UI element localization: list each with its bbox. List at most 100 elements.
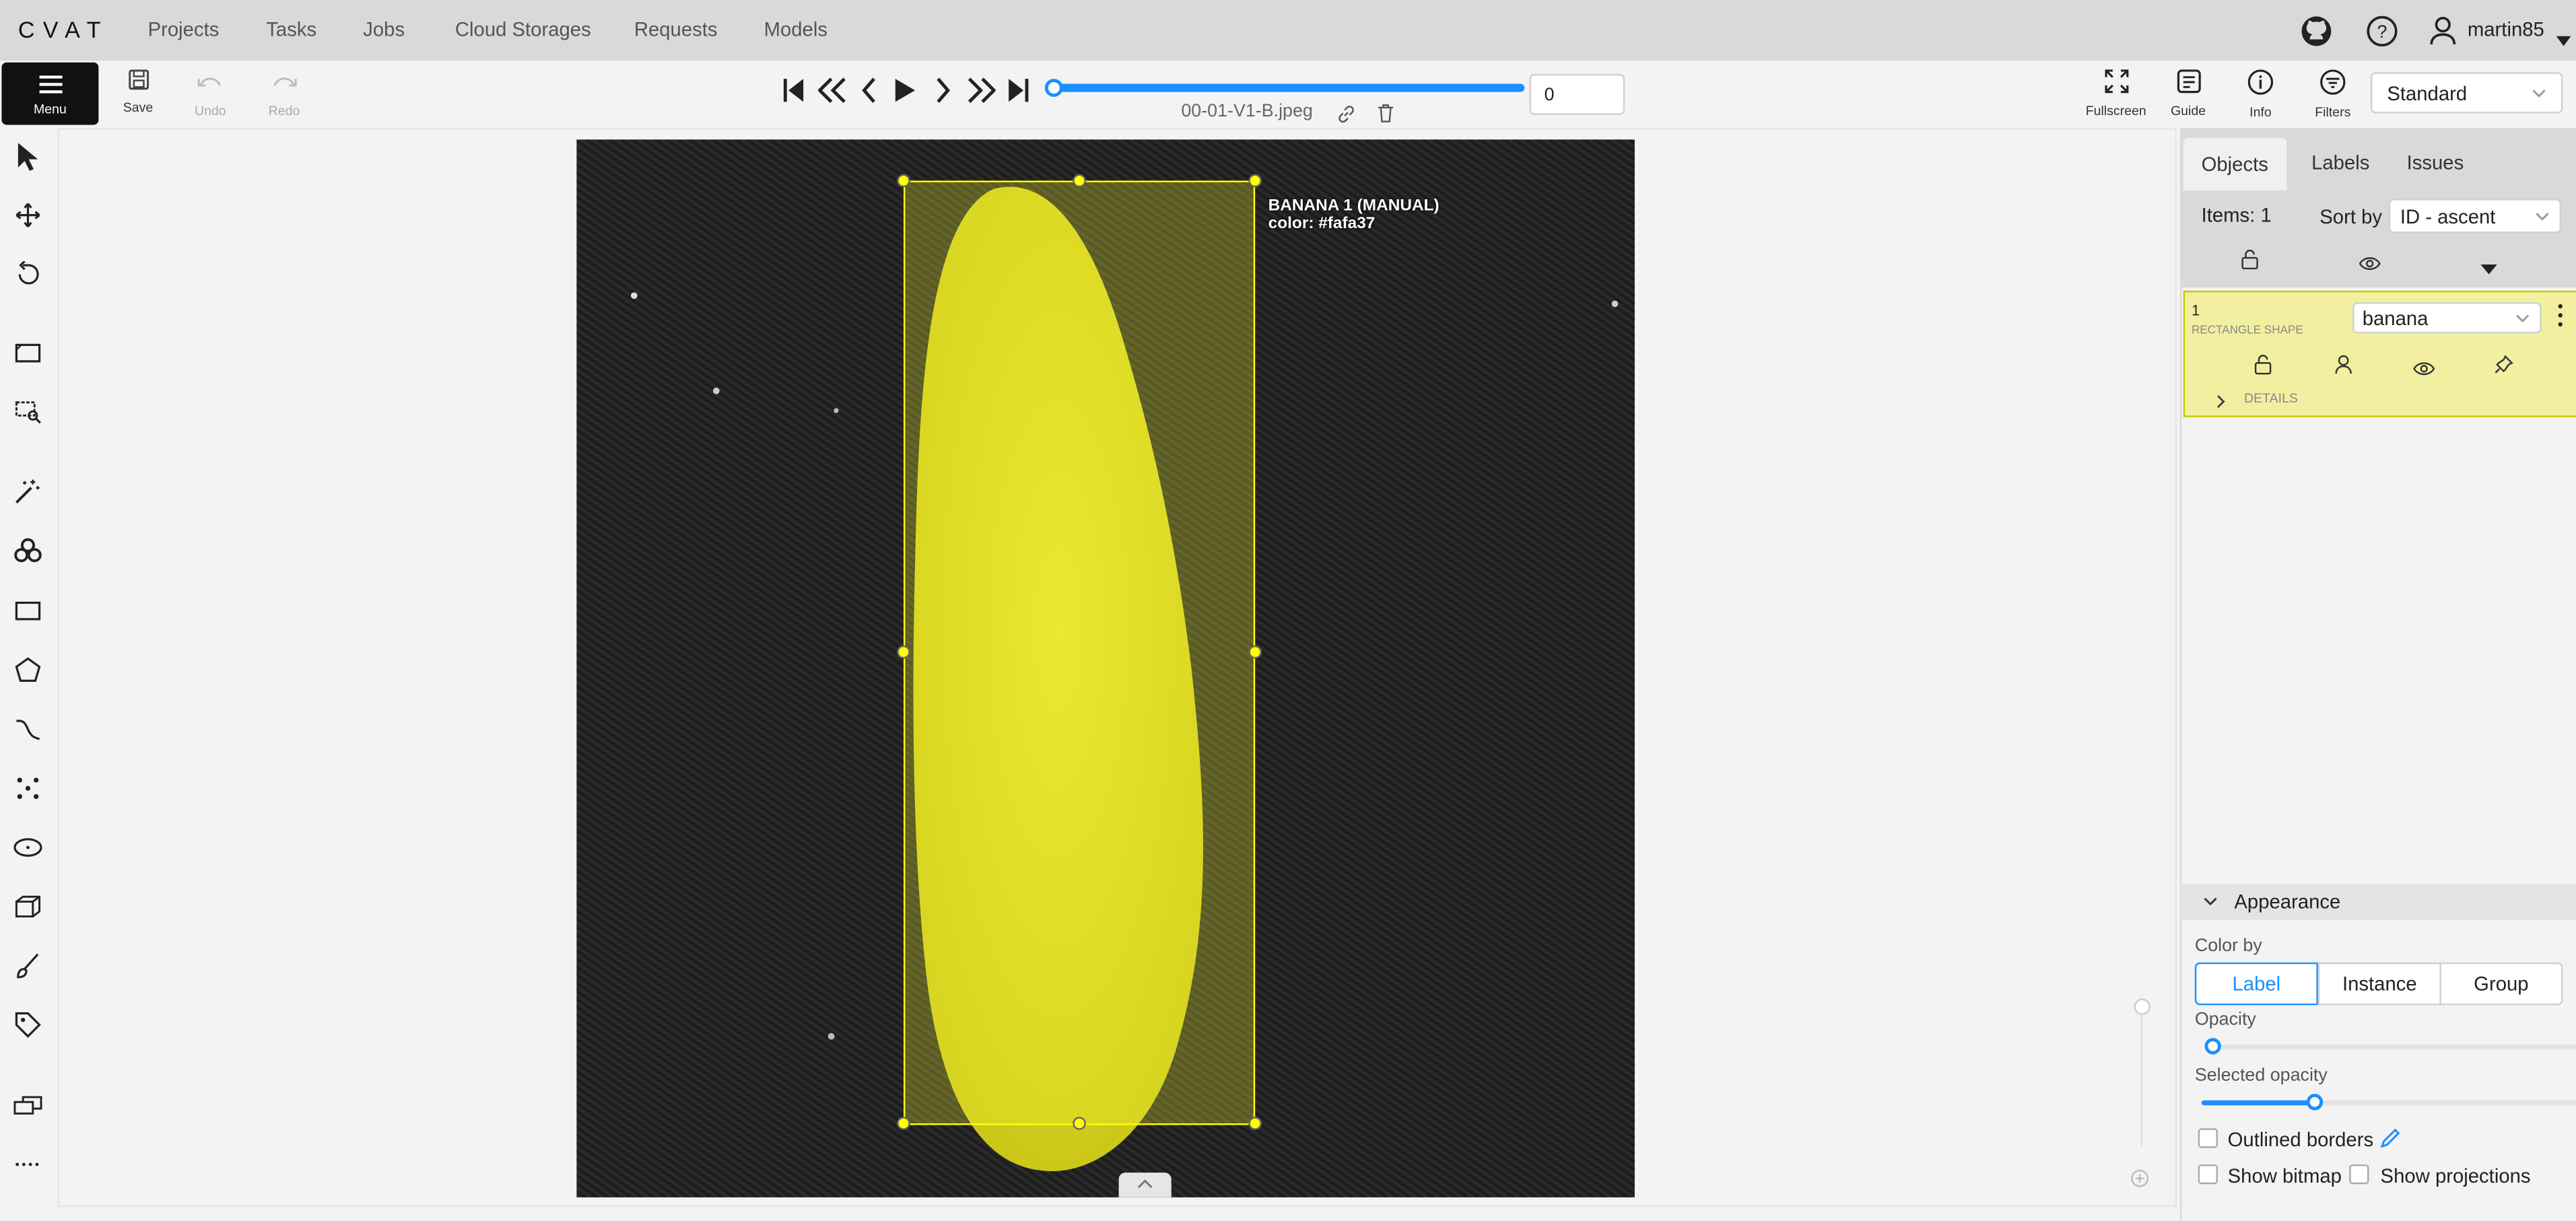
frame-slider-track[interactable] [1053, 83, 1525, 92]
eye-all-icon[interactable] [2359, 250, 2381, 279]
filters-button[interactable]: Filters [2297, 69, 2369, 120]
zoom-in-icon[interactable] [2131, 1166, 2149, 1195]
github-icon[interactable] [2300, 15, 2333, 56]
cvat-logo[interactable]: CVAT [18, 16, 109, 42]
object-lock-icon[interactable] [2254, 353, 2272, 383]
bbox-handle-bl[interactable] [897, 1117, 910, 1130]
undo-button[interactable]: Undo [182, 69, 238, 118]
draw-rectangle-icon[interactable] [10, 593, 46, 629]
color-by-label-option[interactable]: Label [2194, 962, 2318, 1006]
move-icon[interactable] [10, 197, 46, 234]
object-visibility-icon[interactable] [2413, 355, 2435, 384]
zoom-slider-handle[interactable] [2134, 998, 2150, 1015]
ai-tools-icon[interactable] [10, 532, 46, 569]
color-picker-icon[interactable] [2380, 1127, 2400, 1156]
chevron-up-icon [1137, 1179, 1153, 1189]
bbox-handle-bottom[interactable] [1073, 1117, 1086, 1130]
sort-select[interactable]: ID - ascent [2388, 199, 2561, 234]
frame-number-input[interactable]: 0 [1529, 73, 1625, 115]
back-step-icon[interactable] [817, 77, 848, 112]
chevron-down-icon [2532, 90, 2546, 98]
object-more-icon[interactable] [2558, 304, 2563, 335]
delete-frame-icon[interactable] [1377, 102, 1395, 131]
show-bitmap-checkbox[interactable] [2198, 1164, 2218, 1185]
forward-step-icon[interactable] [966, 77, 996, 112]
opacity-slider-track[interactable] [2204, 1044, 2576, 1050]
object-occluded-icon[interactable] [2334, 353, 2352, 383]
zoom-slider-track[interactable] [2140, 1006, 2142, 1147]
rotate-icon[interactable] [10, 256, 46, 293]
guide-button[interactable]: Guide [2152, 69, 2224, 118]
last-frame-icon[interactable] [1007, 77, 1030, 112]
bounding-box-banana[interactable] [904, 180, 1256, 1125]
bbox-handle-tr[interactable] [1248, 174, 1262, 188]
bottom-panel-toggle[interactable] [1118, 1173, 1172, 1197]
help-icon[interactable]: ? [2366, 15, 2399, 56]
save-button[interactable]: Save [110, 69, 166, 115]
first-frame-icon[interactable] [782, 77, 805, 112]
draw-ellipse-icon[interactable] [10, 829, 46, 866]
nav-cloud-storages[interactable]: Cloud Storages [455, 18, 591, 41]
fullscreen-button[interactable]: Fullscreen [2080, 69, 2152, 118]
info-button[interactable]: Info [2225, 69, 2297, 120]
object-label-select[interactable]: banana [2352, 302, 2542, 334]
nav-tasks[interactable]: Tasks [266, 18, 316, 41]
zoom-region-icon[interactable] [10, 394, 46, 431]
object-item[interactable]: 1 RECTANGLE SHAPE banana DETAILS [2183, 290, 2576, 417]
color-by-instance-option[interactable]: Instance [2317, 962, 2441, 1006]
bbox-handle-top[interactable] [1073, 174, 1086, 188]
nav-models[interactable]: Models [764, 18, 827, 41]
opacity-slider-handle[interactable] [2204, 1038, 2221, 1055]
play-icon[interactable] [893, 77, 916, 112]
nav-jobs[interactable]: Jobs [363, 18, 405, 41]
show-projections-checkbox[interactable] [2349, 1164, 2369, 1185]
workspace-select[interactable]: Standard [2370, 72, 2563, 114]
menu-button[interactable]: Menu [1, 62, 99, 125]
user-icon[interactable] [2430, 16, 2456, 54]
filters-label: Filters [2315, 105, 2351, 120]
merge-shapes-icon[interactable] [10, 1087, 46, 1123]
object-pin-icon[interactable] [2494, 353, 2513, 383]
tab-objects[interactable]: Objects [2183, 137, 2286, 191]
next-frame-icon[interactable] [935, 77, 951, 112]
draw-polyline-icon[interactable] [10, 711, 46, 748]
draw-polygon-icon[interactable] [10, 652, 46, 689]
bbox-handle-br[interactable] [1248, 1117, 1262, 1130]
selected-opacity-slider-fill [2201, 1100, 2315, 1106]
lock-all-icon[interactable] [2241, 248, 2259, 277]
object-label-name: BANANA 1 (MANUAL) [1268, 197, 1439, 215]
draw-points-icon[interactable] [10, 770, 46, 806]
copy-link-icon[interactable] [1337, 102, 1355, 131]
previous-frame-icon[interactable] [861, 77, 877, 112]
brush-icon[interactable] [10, 948, 46, 984]
chevron-down-icon [2536, 213, 2549, 221]
undo-label: Undo [194, 103, 226, 118]
tab-labels[interactable]: Labels [2311, 151, 2369, 174]
details-label[interactable]: DETAILS [2244, 391, 2298, 406]
expand-all-icon[interactable] [2480, 253, 2497, 283]
color-by-group-option[interactable]: Group [2439, 962, 2563, 1006]
tab-issues[interactable]: Issues [2407, 151, 2464, 174]
bbox-handle-left[interactable] [897, 645, 910, 659]
appearance-header[interactable]: Appearance [2181, 883, 2576, 920]
cursor-icon[interactable] [10, 138, 46, 174]
guide-label: Guide [2171, 103, 2206, 118]
details-chevron-icon[interactable] [2216, 388, 2227, 417]
redo-button[interactable]: Redo [257, 69, 312, 118]
guide-icon [2176, 69, 2200, 94]
fit-image-icon[interactable] [10, 335, 46, 372]
selected-opacity-slider-handle[interactable] [2306, 1094, 2324, 1111]
frame-slider-handle[interactable] [1044, 79, 1063, 97]
nav-projects[interactable]: Projects [148, 18, 219, 41]
nav-requests[interactable]: Requests [634, 18, 718, 41]
magic-wand-icon[interactable] [10, 473, 46, 510]
draw-cuboid-icon[interactable] [10, 888, 46, 925]
username[interactable]: martin85 [2468, 18, 2544, 41]
tag-icon[interactable] [10, 1007, 46, 1043]
bbox-handle-right[interactable] [1248, 645, 1262, 659]
user-menu-caret-icon[interactable] [2556, 25, 2571, 55]
appearance-title: Appearance [2234, 890, 2341, 913]
outlined-borders-checkbox[interactable] [2198, 1128, 2218, 1148]
more-tools-icon[interactable] [10, 1146, 46, 1183]
bbox-handle-tl[interactable] [897, 174, 910, 188]
